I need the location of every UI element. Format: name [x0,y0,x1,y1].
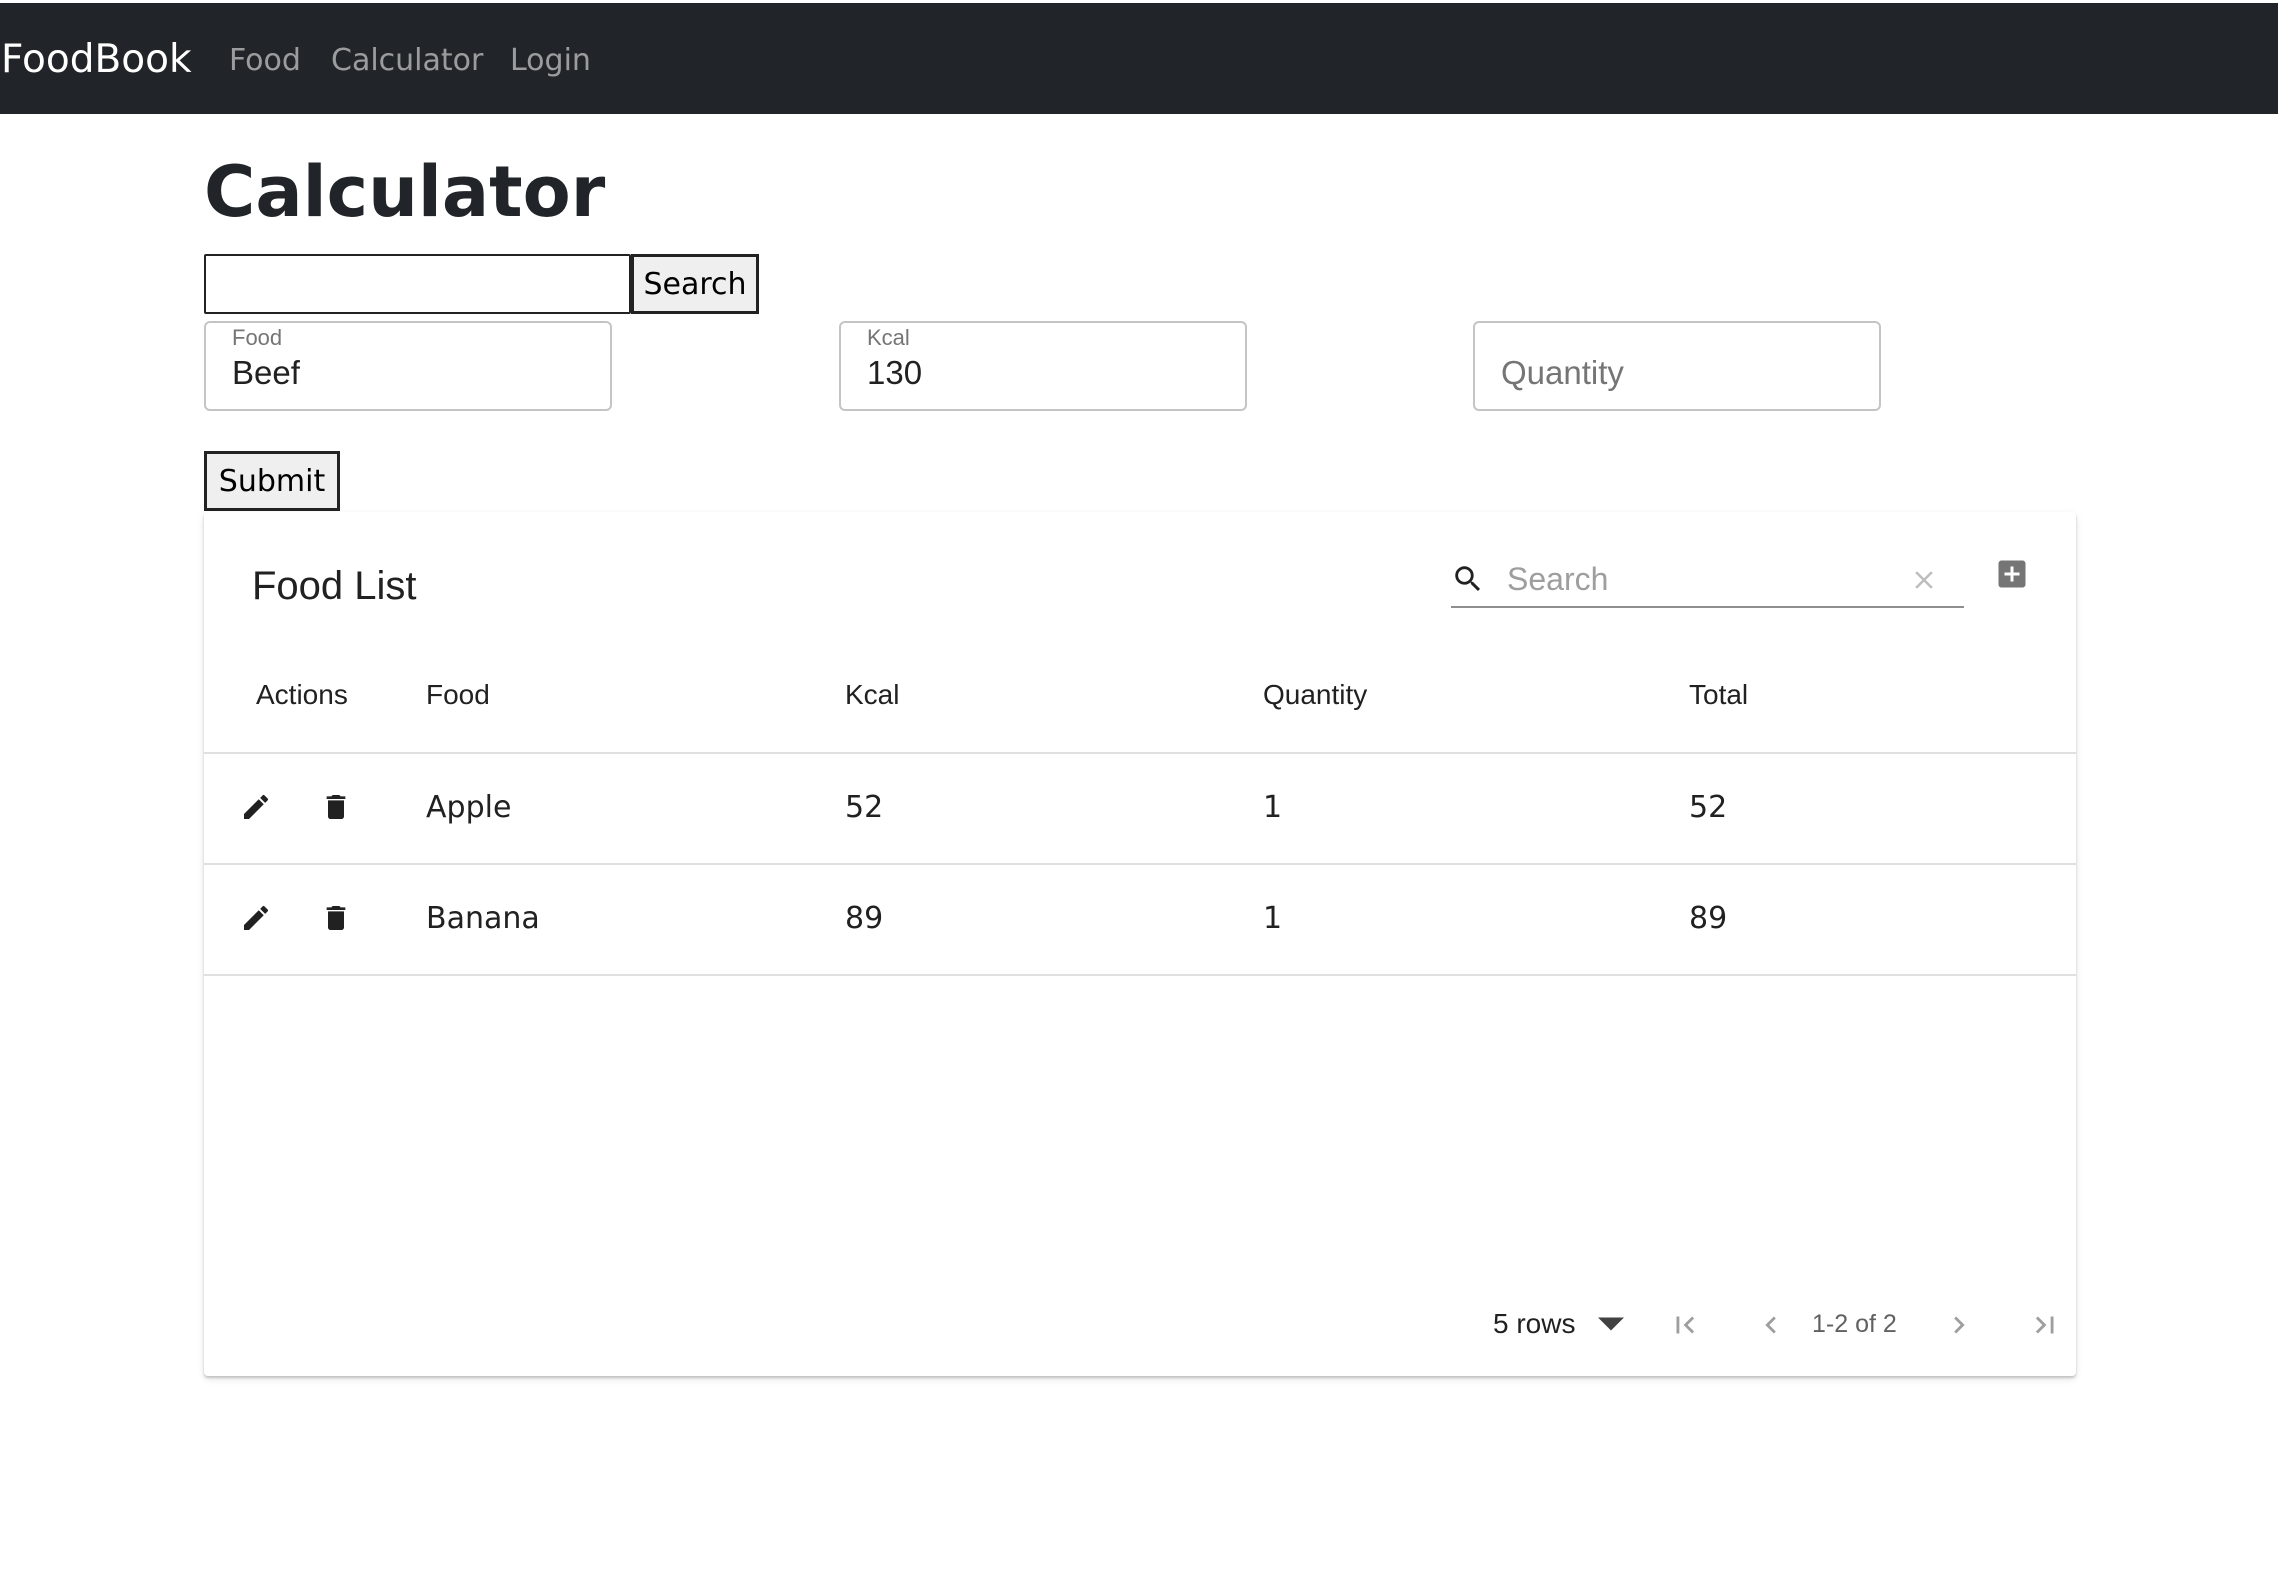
page-range: 1-2 of 2 [1812,1310,1897,1338]
column-header-kcal[interactable]: Kcal [845,678,899,712]
chevron-left-icon[interactable] [1754,1308,1788,1342]
row-divider [204,974,2076,976]
pencil-icon[interactable] [240,902,272,934]
column-header-actions: Actions [256,679,348,710]
search-button[interactable]: Search [631,254,759,314]
kcal-field-label: Kcal [867,325,910,350]
arrow-drop-down-icon[interactable] [1598,1314,1624,1334]
cell-kcal: 89 [845,901,884,936]
nav-link-calculator[interactable]: Calculator [331,43,483,79]
cell-food: Banana [426,901,540,936]
cell-kcal: 52 [845,790,884,825]
column-header-food[interactable]: Food [426,678,490,712]
quantity-field-placeholder[interactable]: Quantity [1501,351,1624,395]
nav-link-login[interactable]: Login [510,43,591,79]
food-field-value[interactable]: Beef [232,351,300,395]
last-page-icon[interactable] [2028,1308,2062,1342]
nav-link-food[interactable]: Food [229,43,301,79]
quantity-field[interactable]: Quantity [1473,321,1881,411]
chevron-right-icon[interactable] [1942,1308,1976,1342]
close-icon[interactable] [1909,565,1939,595]
cell-total: 52 [1689,790,1728,825]
food-field-label: Food [232,325,283,350]
rows-per-page-select[interactable]: 5 rows [1493,1306,1575,1342]
kcal-field-value[interactable]: 130 [867,351,922,395]
submit-button[interactable]: Submit [204,451,340,511]
cell-quantity: 1 [1263,901,1283,936]
search-icon [1455,566,1481,592]
table-search [1451,552,1964,608]
cell-food: Apple [426,790,512,825]
row-divider [204,863,2076,865]
add-box-icon[interactable] [1994,556,2030,592]
column-header-total[interactable]: Total [1689,678,1748,712]
first-page-icon[interactable] [1668,1308,1702,1342]
food-list-card: Food List Actions Food Kcal Quantity Tot… [204,512,2076,1376]
food-list-title: Food List [252,564,417,608]
column-header-quantity[interactable]: Quantity [1263,678,1367,712]
cell-quantity: 1 [1263,790,1283,825]
table-search-input[interactable] [1507,556,1887,602]
trash-icon[interactable] [320,791,352,823]
pencil-icon[interactable] [240,791,272,823]
trash-icon[interactable] [320,902,352,934]
header-divider [204,752,2076,754]
brand-link[interactable]: FoodBook [1,36,192,84]
page-title: Calculator [204,151,606,233]
navbar: FoodBook Food Calculator Login [0,3,2278,114]
food-search-input[interactable] [204,254,631,314]
cell-total: 89 [1689,901,1728,936]
food-field[interactable]: Food Beef [204,321,612,411]
kcal-field[interactable]: Kcal 130 [839,321,1247,411]
